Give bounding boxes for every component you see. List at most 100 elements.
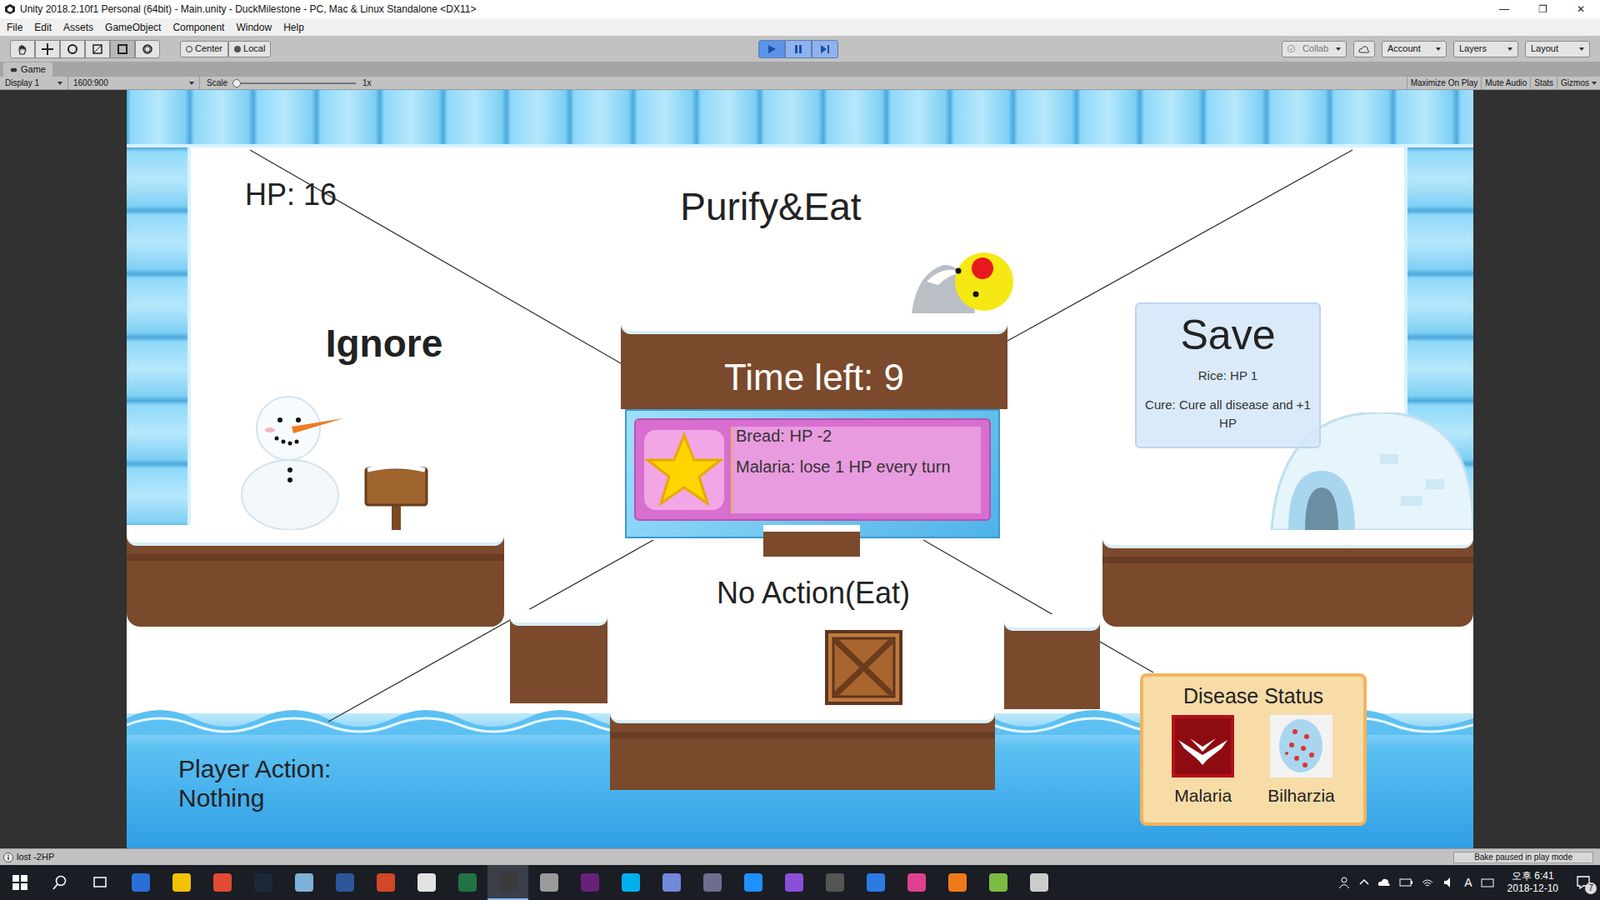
save-title: Save [1180, 312, 1276, 359]
taskbar-app[interactable] [773, 865, 815, 900]
ice-wall-left [126, 147, 191, 525]
taskbar-app[interactable] [895, 865, 937, 900]
start-button[interactable] [0, 865, 40, 900]
taskbar-app[interactable] [201, 865, 243, 900]
game-toolbar: Display 1 1600:900 Scale 1x Maximize On … [0, 76, 1600, 90]
game-toolbar-toggle[interactable]: Gizmos [1556, 76, 1600, 90]
game-toolbar-toggle[interactable]: Mute Audio [1480, 76, 1530, 90]
taskbar-app[interactable] [569, 865, 610, 900]
window-control-button[interactable]: ❐ [1523, 0, 1562, 19]
hp-text: HP: 16 [245, 178, 337, 212]
taskbar-app[interactable] [1018, 865, 1060, 900]
menu-item[interactable]: Component [172, 20, 225, 35]
toolbar-dropdown-label: Collab [1302, 41, 1329, 56]
scale-thumb[interactable] [232, 79, 241, 88]
menu-item[interactable]: Assets [63, 20, 94, 35]
snowman-icon [236, 386, 348, 530]
taskbar-app[interactable] [446, 865, 488, 900]
taskbar-app[interactable] [242, 865, 284, 900]
move-tool-button[interactable] [35, 40, 60, 59]
play-button[interactable] [758, 40, 785, 59]
taskbar-app[interactable] [365, 865, 406, 900]
scale-icon [91, 43, 104, 55]
app-icon [744, 873, 763, 892]
menu-item[interactable]: Window [235, 20, 272, 35]
menu-item[interactable]: Help [283, 20, 305, 35]
taskbar-app[interactable] [977, 865, 1019, 900]
ignore-label: Ignore [325, 321, 444, 365]
game-toolbar-toggle[interactable]: Stats [1530, 76, 1557, 90]
scale-tool-button[interactable] [85, 40, 110, 59]
taskbar-app[interactable] [814, 865, 855, 900]
taskbar-app[interactable] [160, 865, 202, 900]
space-button[interactable]: Local [228, 40, 271, 58]
menu-item[interactable]: File [6, 20, 23, 35]
transform-icon [141, 43, 154, 55]
cloud-button[interactable] [1353, 40, 1375, 58]
menu-item[interactable]: Edit [34, 20, 52, 35]
hand-icon [16, 43, 29, 55]
duck-icon [954, 251, 1015, 312]
food-card: Bread: HP -2Malaria: lose 1 HP every tur… [625, 409, 1000, 539]
status-bar: lost -2HP Bake paused in play mode [0, 848, 1600, 865]
toolbar-dropdown[interactable]: Collab [1281, 40, 1347, 58]
sign-icon [364, 463, 429, 530]
pause-button[interactable] [785, 40, 812, 59]
window-control-button[interactable]: ✕ [1561, 0, 1600, 19]
network-icon [1420, 875, 1435, 890]
move-icon [41, 43, 54, 55]
taskbar-app[interactable] [405, 865, 447, 900]
timer-platform: Time left: 9 [620, 315, 1008, 410]
tab-label: Game [20, 62, 46, 77]
ground-platform [1102, 530, 1474, 627]
scale-slider[interactable] [232, 82, 356, 85]
toolbar-dropdown[interactable]: Account [1381, 40, 1447, 58]
window-control-button[interactable]: — [1485, 0, 1524, 19]
resolution-dropdown[interactable]: 1600:900 [68, 76, 200, 90]
step-button[interactable] [811, 40, 839, 59]
battery-icon [1399, 875, 1413, 890]
toolbar-dropdown[interactable]: Layout [1525, 40, 1590, 58]
crate-icon [825, 630, 903, 705]
taskbar-app[interactable] [283, 865, 325, 900]
taskbar-app[interactable] [650, 865, 692, 900]
display-dropdown[interactable]: Display 1 [0, 76, 69, 90]
pause-icon [793, 44, 804, 55]
task-view-button[interactable] [80, 865, 120, 900]
taskbar-app[interactable] [120, 865, 161, 900]
game-canvas: Time left: 9 Bread: HP -2Malaria: lose 1… [126, 90, 1474, 849]
taskbar-app[interactable] [732, 865, 774, 900]
app-icon [295, 873, 314, 892]
rotate-tool-button[interactable] [60, 40, 85, 59]
taskbar-app[interactable] [528, 865, 570, 900]
taskbar-app[interactable] [691, 865, 733, 900]
play-icon [766, 44, 777, 55]
rect-tool-button[interactable] [110, 40, 135, 59]
taskbar-app[interactable] [936, 865, 978, 900]
toggle-label: Maximize On Play [1410, 76, 1479, 90]
game-toolbar-toggle[interactable]: Maximize On Play [1406, 76, 1482, 90]
taskbar-app[interactable] [324, 865, 365, 900]
toolbar-dropdown[interactable]: Layers [1453, 40, 1519, 58]
ice-wall-top [126, 90, 1474, 148]
transform-tool-button[interactable] [135, 40, 160, 59]
ignore-zone: Ignore [259, 321, 510, 366]
app-icon [376, 873, 395, 892]
card-text: Bread: HP -2Malaria: lose 1 HP every tur… [730, 426, 981, 514]
resolution-label: 1600:900 [73, 76, 109, 90]
taskbar-app[interactable] [610, 865, 651, 900]
game-tab[interactable]: Game [3, 62, 53, 77]
hand-tool-button[interactable] [10, 40, 35, 59]
menu-item[interactable]: GameObject [105, 20, 161, 35]
search-button[interactable] [40, 865, 80, 900]
pivot-button[interactable]: Center [180, 40, 229, 58]
card-line: Malaria: lose 1 HP every turn [735, 457, 981, 477]
clock[interactable]: 오후 6:412018-12-10 [1502, 870, 1564, 895]
ime-indicator[interactable]: A [1464, 874, 1472, 892]
taskbar-app[interactable] [855, 865, 896, 900]
app-icon [662, 873, 681, 892]
dropdown-arrow-icon [57, 80, 63, 86]
taskbar-app[interactable] [487, 865, 529, 900]
notification-button[interactable]: 7 [1571, 870, 1595, 895]
search-icon [52, 875, 68, 890]
